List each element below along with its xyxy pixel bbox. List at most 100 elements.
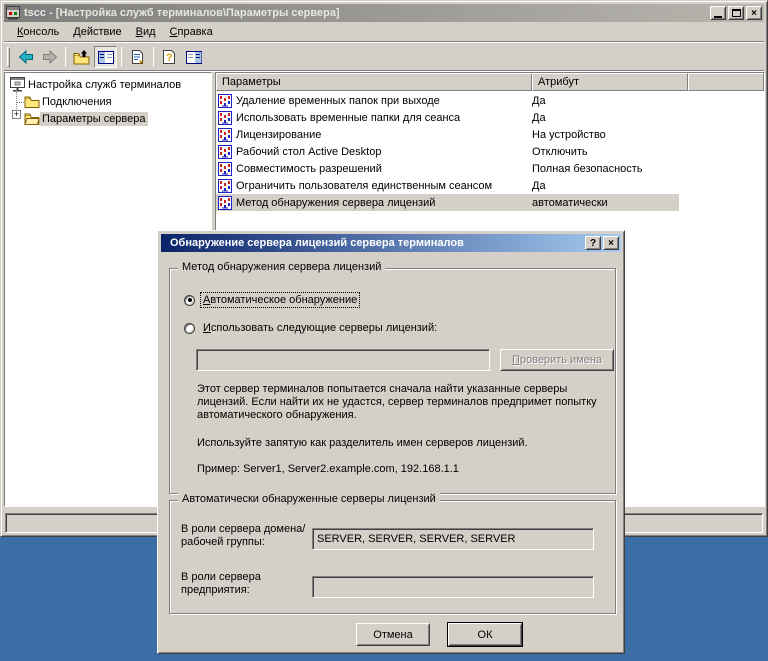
parameter-icon — [218, 110, 232, 125]
parameter-name: Удаление временных папок при выходе — [236, 94, 440, 107]
toolbar-separator — [65, 47, 66, 67]
radio-auto-discovery-label[interactable]: Автоматическое обнаружение — [199, 292, 361, 308]
parameter-name: Ограничить пользователя единственным сеа… — [236, 179, 493, 192]
parameter-icon — [218, 93, 232, 108]
list-row[interactable]: Совместимость разрешений Полная безопасн… — [216, 160, 679, 177]
parameter-value: Отключить — [532, 145, 588, 158]
column-header-parameters[interactable]: Параметры — [216, 73, 532, 91]
list-row[interactable]: Рабочий стол Active Desktop Отключить — [216, 143, 679, 160]
radio-use-servers-label[interactable]: Использовать следующие серверы лицензий: — [201, 321, 439, 335]
parameter-name: Использовать временные папки для сеанса — [236, 111, 461, 124]
toolbar-separator — [121, 47, 122, 67]
tree-connector — [16, 102, 24, 103]
license-discovery-dialog: Обнаружение сервера лицензий сервера тер… — [157, 230, 625, 654]
parameter-name: Совместимость разрешений — [236, 162, 382, 175]
server-example: Пример: Server1, Server2.example.com, 19… — [197, 463, 459, 475]
help-doc-icon: ? — [163, 50, 175, 64]
parameter-icon — [218, 144, 232, 159]
help-icon: ? — [589, 237, 597, 249]
discovery-description: Этот сервер терминалов попытается сначал… — [197, 383, 597, 421]
toolbar: ? — [4, 44, 764, 71]
column-header-attribute[interactable]: Атрибут — [532, 73, 688, 91]
folder-icon — [24, 96, 40, 108]
maximize-button[interactable] — [728, 6, 744, 20]
license-servers-input[interactable] — [196, 349, 490, 371]
parameter-name: Рабочий стол Active Desktop — [236, 145, 382, 158]
details-pane-icon — [185, 50, 202, 64]
tree-item-label: Подключения — [42, 95, 112, 108]
check-names-button[interactable]: Проверить имена — [500, 349, 614, 371]
dialog-title: Обнаружение сервера лицензий сервера тер… — [170, 237, 464, 249]
menu-action[interactable]: Действие — [66, 24, 128, 40]
parameter-icon — [218, 127, 232, 142]
tree-item-label: Параметры сервера — [40, 111, 148, 126]
discovered-servers-group: Автоматически обнаруженные серверы лицен… — [169, 493, 616, 614]
app-icon — [6, 6, 20, 20]
enterprise-role-label: В роли сервера предприятия: — [181, 571, 261, 596]
domain-role-label: В роли сервера домена/рабочей группы: — [181, 523, 306, 548]
list-row[interactable]: Использовать временные папки для сеанса … — [216, 109, 679, 126]
toolbar-grip[interactable] — [7, 47, 10, 67]
parameter-value: Полная безопасность — [532, 162, 643, 175]
show-console-tree-button[interactable] — [94, 46, 117, 68]
export-list-button[interactable] — [126, 46, 149, 68]
radio-row-specified[interactable]: Использовать следующие серверы лицензий: — [184, 321, 439, 335]
dialog-close-button[interactable]: × — [603, 236, 619, 250]
tree-root-label: Настройка служб терминалов — [28, 78, 182, 91]
expand-icon[interactable]: + — [12, 110, 21, 119]
discovery-method-legend: Метод обнаружения сервера лицензий — [178, 261, 386, 273]
parameter-value: Да — [532, 94, 546, 107]
parameter-value: Да — [532, 179, 546, 192]
list-row[interactable]: Ограничить пользователя единственным сеа… — [216, 177, 679, 194]
list-row[interactable]: Удаление временных папок при выходе Да — [216, 92, 679, 109]
tree-root[interactable]: Настройка служб терминалов — [9, 76, 183, 93]
dialog-help-button[interactable]: ? — [585, 236, 601, 250]
console-tree-icon — [97, 50, 114, 64]
close-button[interactable]: × — [746, 6, 762, 20]
cancel-button[interactable]: Отмена — [356, 623, 430, 646]
radio-auto-discovery[interactable] — [184, 294, 195, 306]
radio-use-servers[interactable] — [184, 322, 195, 334]
forward-button[interactable] — [38, 46, 61, 68]
discovery-method-group: Метод обнаружения сервера лицензий Автом… — [169, 261, 616, 494]
ok-button-default-ring: ОК — [447, 622, 523, 647]
parameter-icon — [218, 178, 232, 193]
help-button[interactable]: ? — [158, 46, 181, 68]
desktop: tscc - [Настройка служб терминалов\Парам… — [0, 0, 768, 661]
tree-item-connections[interactable]: Подключения — [24, 93, 114, 110]
domain-servers-field[interactable] — [312, 528, 594, 550]
dialog-titlebar[interactable]: Обнаружение сервера лицензий сервера тер… — [161, 234, 621, 252]
column-header-empty — [688, 73, 764, 91]
up-one-level-button[interactable] — [70, 46, 93, 68]
show-details-pane-button[interactable] — [182, 46, 205, 68]
window-title: tscc - [Настройка служб терминалов\Парам… — [24, 7, 340, 19]
open-folder-icon — [24, 113, 40, 125]
close-icon: × — [751, 7, 757, 19]
radio-row-auto[interactable]: Автоматическое обнаружение — [184, 292, 361, 308]
parameter-icon — [218, 195, 232, 210]
main-titlebar[interactable]: tscc - [Настройка служб терминалов\Парам… — [4, 4, 764, 22]
parameter-name: Метод обнаружения сервера лицензий — [236, 196, 436, 209]
parameter-value: автоматически — [532, 196, 608, 209]
parameter-value: На устройство — [532, 128, 606, 141]
menu-view[interactable]: Вид — [129, 24, 163, 40]
list-header: Параметры Атрибут — [216, 73, 764, 91]
ok-button[interactable]: ОК — [448, 623, 522, 646]
up-folder-icon — [73, 50, 90, 65]
back-arrow-icon — [18, 49, 33, 65]
svg-text:?: ? — [166, 52, 173, 64]
discovered-servers-legend: Автоматически обнаруженные серверы лицен… — [178, 493, 440, 505]
list-row-selected[interactable]: Метод обнаружения сервера лицензий автом… — [216, 194, 679, 211]
tree-item-server-settings[interactable]: Параметры сервера — [24, 110, 148, 127]
list-row[interactable]: Лицензирование На устройство — [216, 126, 679, 143]
menu-help[interactable]: Справка — [163, 24, 220, 40]
menu-console[interactable]: Консоль — [10, 24, 66, 40]
menu-bar: Консоль Действие Вид Справка — [4, 22, 764, 42]
toolbar-separator — [153, 47, 154, 67]
parameter-name: Лицензирование — [236, 128, 322, 141]
back-button[interactable] — [14, 46, 37, 68]
maximize-icon — [731, 9, 741, 17]
minimize-button[interactable] — [710, 6, 726, 20]
enterprise-servers-field[interactable] — [312, 576, 594, 598]
parameter-icon — [218, 161, 232, 176]
